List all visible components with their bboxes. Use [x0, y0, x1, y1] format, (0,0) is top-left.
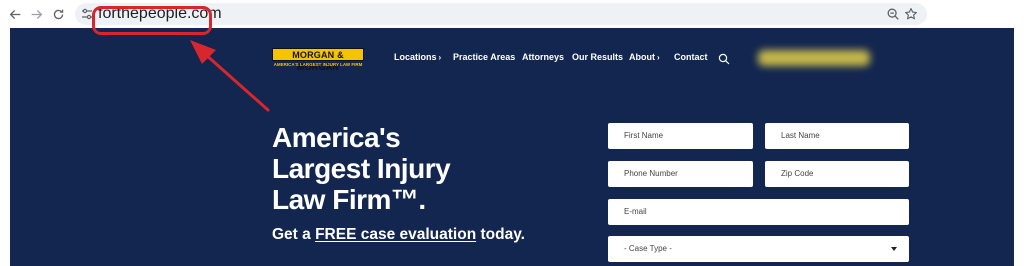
chevron-right-icon: › [438, 53, 442, 62]
free-case-evaluation-link[interactable]: FREE case evaluation [315, 226, 476, 243]
nav-about-label: About [629, 52, 655, 62]
hero-line-3: Law Firm™. [272, 184, 426, 215]
website-content: MORGAN & MORGAN AMERICA'S LARGEST INJURY… [10, 28, 1014, 266]
forward-button[interactable] [27, 5, 45, 23]
caret-down-icon [891, 247, 897, 251]
nav-our-results[interactable]: Our Results [572, 52, 623, 62]
arrow-right-icon [31, 9, 42, 19]
zoom-icon [887, 8, 899, 20]
nav-attorneys[interactable]: Attorneys [522, 52, 564, 62]
star-icon [905, 8, 917, 20]
phone-number-blurred[interactable] [758, 50, 870, 66]
logo-name: MORGAN & MORGAN [292, 50, 344, 72]
back-button[interactable] [6, 5, 24, 23]
last-name-field[interactable]: Last Name [765, 123, 909, 149]
nav-practice-areas[interactable]: Practice Areas [453, 52, 515, 62]
zip-placeholder: Zip Code [781, 169, 814, 178]
email-placeholder: E-mail [624, 207, 647, 216]
nav-contact[interactable]: Contact [674, 52, 708, 62]
search-icon [718, 53, 730, 65]
zoom-button[interactable] [885, 6, 901, 22]
site-logo[interactable]: MORGAN & MORGAN AMERICA'S LARGEST INJURY… [272, 48, 364, 72]
hero-line-2: Largest Injury [272, 153, 451, 184]
hero-cta: Get a FREE case evaluation today. [272, 226, 525, 244]
logo-tagline: AMERICA'S LARGEST INJURY LAW FIRM [273, 62, 363, 67]
case-type-value: - Case Type - [624, 244, 672, 253]
last-name-placeholder: Last Name [781, 131, 820, 140]
nav-locations-label: Locations [394, 52, 437, 62]
phone-placeholder: Phone Number [624, 169, 678, 178]
zip-code-field[interactable]: Zip Code [765, 161, 909, 187]
cta-prefix: Get a [272, 226, 316, 243]
search-button[interactable] [718, 52, 730, 65]
chevron-right-icon: › [657, 53, 660, 62]
first-name-field[interactable]: First Name [608, 123, 753, 149]
nav-about[interactable]: About › [629, 52, 660, 62]
reload-icon [53, 9, 63, 19]
url-highlight-box [92, 6, 212, 35]
arrow-left-icon [9, 9, 20, 19]
reload-button[interactable] [49, 5, 67, 23]
hero-line-1: America's [272, 122, 401, 153]
first-name-placeholder: First Name [624, 131, 664, 140]
hero-heading: America's Largest Injury Law Firm™. [272, 122, 592, 215]
bookmark-button[interactable] [903, 6, 919, 22]
nav-locations[interactable]: Locations › [394, 52, 441, 62]
logo-wordmark: MORGAN & MORGAN [272, 48, 364, 72]
case-type-select[interactable]: - Case Type - [608, 236, 909, 262]
email-field[interactable]: E-mail [608, 199, 909, 225]
phone-number-field[interactable]: Phone Number [608, 161, 753, 187]
cta-suffix: today. [476, 226, 525, 243]
